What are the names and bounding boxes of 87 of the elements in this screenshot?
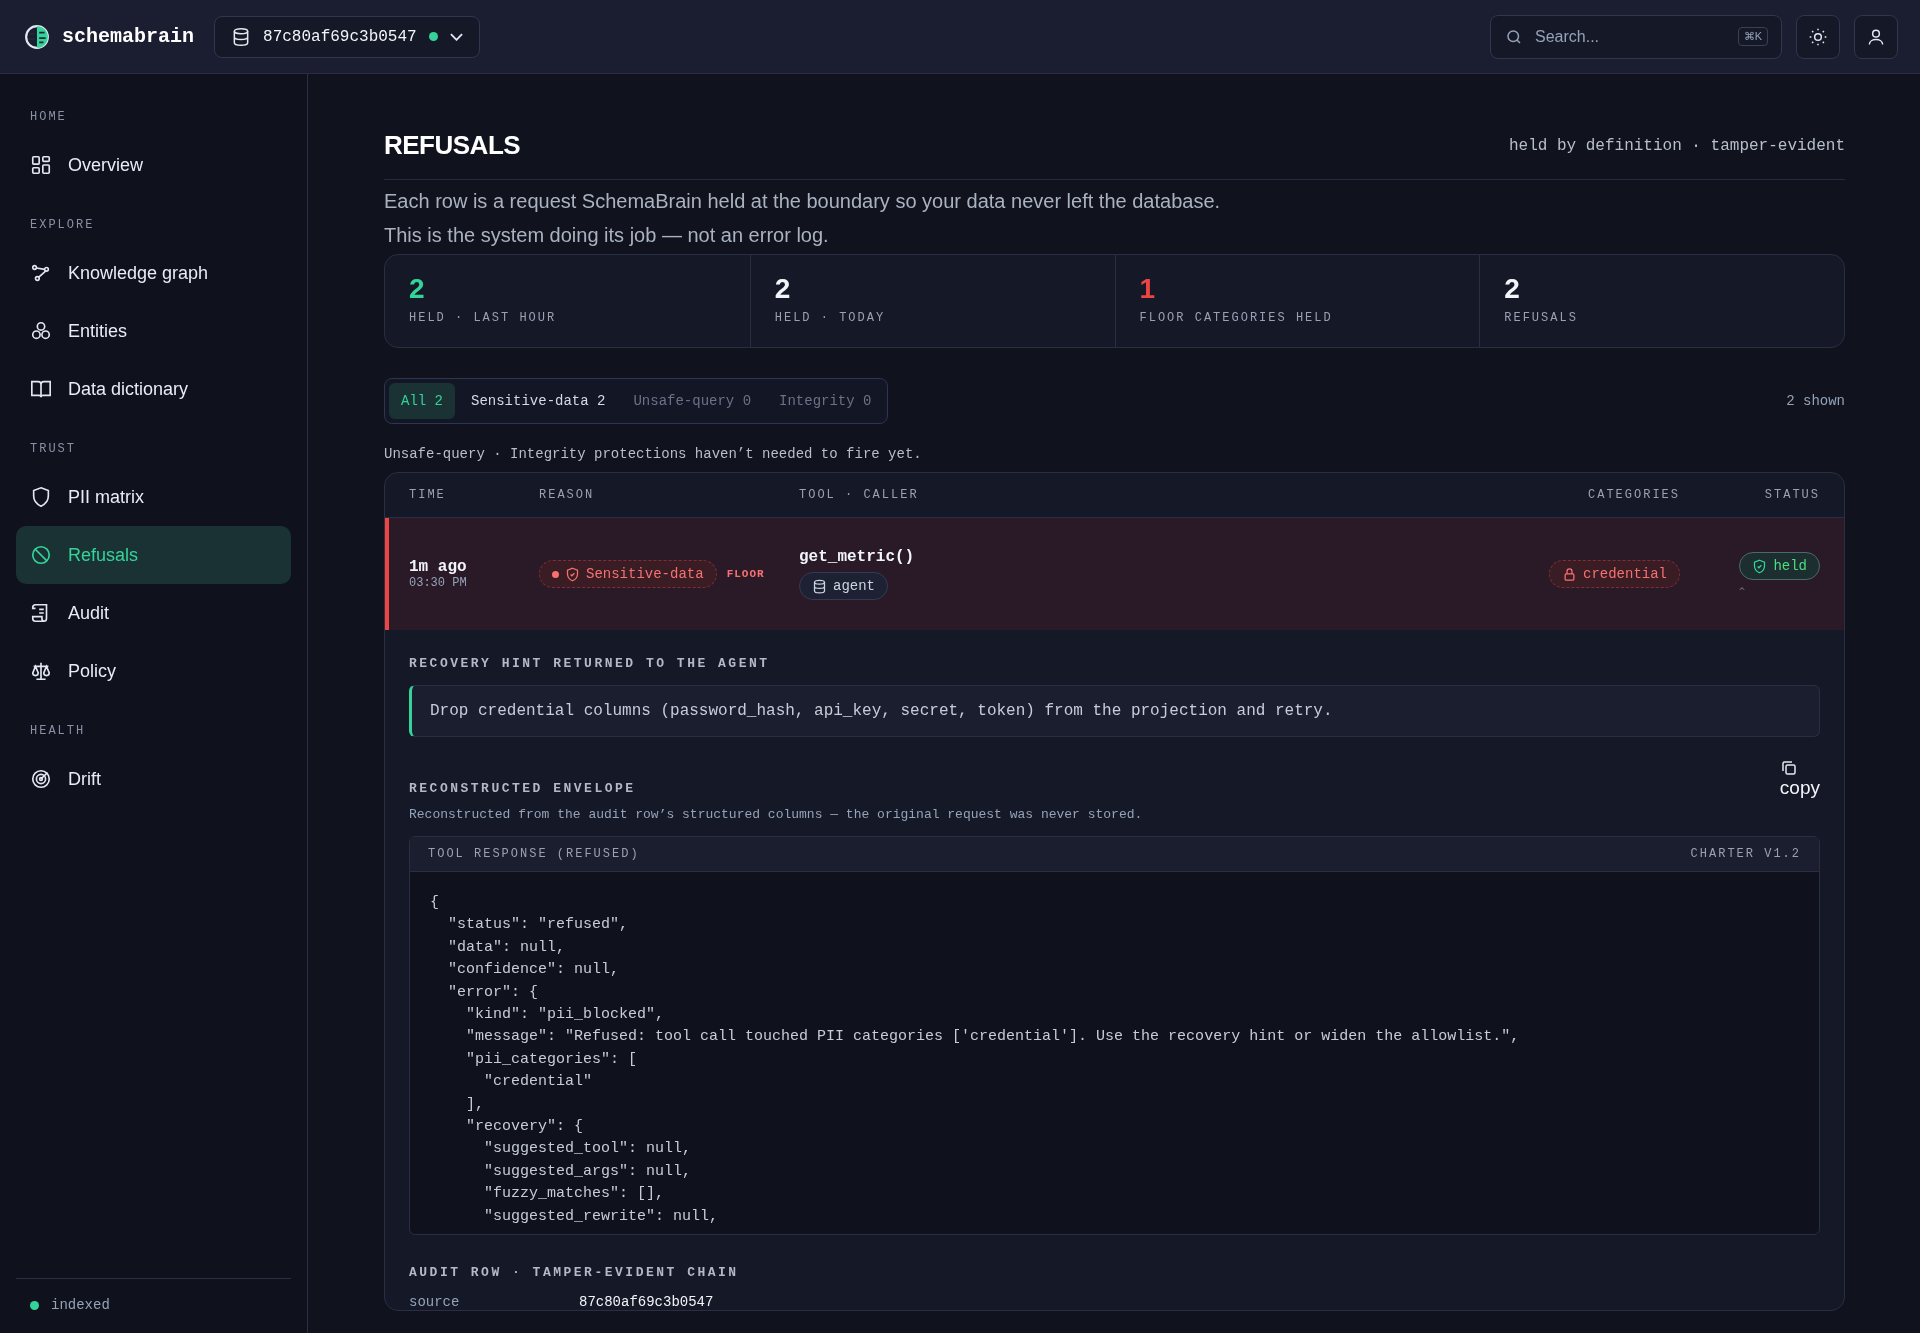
filter-note: Unsafe-query · Integrity protections haven’t needed to fire yet. xyxy=(384,446,923,462)
section-heading: TRUST xyxy=(30,442,77,456)
sidebar-item[interactable]: Drift xyxy=(16,750,291,808)
sidebar-item[interactable]: Audit xyxy=(16,584,291,642)
table-row[interactable]: 1m ago 03:30 PM Sensitive-data FLOOR get_metric() agent credential held xyxy=(385,518,1844,630)
brand-name: schemabrain xyxy=(62,25,195,48)
sidebar-item[interactable]: Policy xyxy=(16,642,291,700)
stat-value: 2 xyxy=(409,273,426,305)
status-badge: held xyxy=(1739,552,1820,580)
caller-badge: agent xyxy=(799,572,888,600)
code-title: TOOL RESPONSE (REFUSED) xyxy=(428,847,640,861)
section-heading: AUDIT ROW · TAMPER-EVIDENT CHAIN xyxy=(409,1265,740,1281)
tool-name: get_metric() xyxy=(799,548,916,566)
field-label: source xyxy=(409,1294,461,1311)
floor-tag: FLOOR xyxy=(726,568,765,580)
charter-version: CHARTER V1.2 xyxy=(1690,847,1801,861)
filter-tab[interactable]: Sensitive-data 2 xyxy=(459,383,618,419)
code-line: "confidence": null, xyxy=(447,960,621,981)
account-button[interactable] xyxy=(1854,14,1898,59)
code-line: "pii_categories": [ xyxy=(465,1049,639,1070)
code-line: "error": { xyxy=(447,982,540,1003)
section-heading: HOME xyxy=(30,110,68,124)
sun-icon xyxy=(1808,26,1828,47)
section-heading: HEALTH xyxy=(30,724,87,738)
page-description: Each row is a request SchemaBrain held at the boundary so your data never left the database. xyxy=(384,189,1222,214)
cluster-icon xyxy=(30,320,52,342)
search-icon xyxy=(1505,27,1523,46)
copy-icon xyxy=(1779,759,1798,777)
stat-label: REFUSALS xyxy=(1504,311,1579,325)
code-line: "fuzzy_matches": [], xyxy=(483,1184,666,1205)
envelope-note: Reconstructed from the audit row’s structured columns — the original request was never stored. xyxy=(409,807,1144,822)
page-title: REFUSALS xyxy=(384,130,521,161)
code-line: "suggested_rewrite": null, xyxy=(483,1206,720,1227)
category-badge: credential xyxy=(1549,560,1680,588)
field-value: 87c80af69c3b0547 xyxy=(579,1294,714,1311)
section-heading: EXPLORE xyxy=(30,218,96,232)
code-line: { xyxy=(430,893,440,913)
stat-value: 2 xyxy=(774,273,792,305)
section-heading: RECOVERY HINT RETURNED TO THE AGENT xyxy=(409,656,771,671)
graph-icon xyxy=(30,262,52,284)
stat-label: FLOOR CATEGORIES HELD xyxy=(1139,311,1334,325)
column-header: CATEGORIES xyxy=(1587,488,1680,502)
sidebar-item[interactable]: Overview xyxy=(16,136,291,194)
index-status: indexed xyxy=(51,1297,110,1313)
column-header: TIME xyxy=(409,488,447,502)
filter-tab[interactable]: All 2 xyxy=(389,383,455,419)
radar-icon xyxy=(30,768,52,790)
grid-icon xyxy=(30,154,52,176)
sidebar-item[interactable]: PII matrix xyxy=(16,468,291,526)
theme-toggle-button[interactable] xyxy=(1796,14,1840,59)
shortcut-key: ⌘K xyxy=(1737,26,1768,46)
shown-count: 2 shown xyxy=(1786,393,1845,409)
stat-label: HELD · LAST HOUR xyxy=(409,311,558,325)
code-line: "status": "refused", xyxy=(447,915,630,936)
chevron-down-icon xyxy=(449,32,463,41)
reason-badge: Sensitive-data xyxy=(539,560,717,588)
brain-logo-icon xyxy=(24,23,50,50)
section-heading: RECONSTRUCTED ENVELOPE xyxy=(409,781,636,796)
code-line: ], xyxy=(465,1094,485,1115)
page-tagline: held by definition · tamper-evident xyxy=(1508,136,1845,155)
shield-icon xyxy=(30,486,52,508)
code-line: "data": null, xyxy=(447,937,567,958)
relative-time: 1m ago xyxy=(409,558,468,576)
stat-value: 2 xyxy=(1504,273,1521,305)
stat-label: HELD · TODAY xyxy=(774,311,887,325)
prohibited-icon xyxy=(30,544,52,566)
sidebar-item[interactable]: Data dictionary xyxy=(16,360,291,418)
code-line: "suggested_tool": null, xyxy=(483,1139,693,1160)
recovery-hint: Drop credential columns (password_hash, api_key, secret, token) from the projection and retry. xyxy=(409,685,1820,737)
code-line: "credential" xyxy=(483,1072,594,1093)
code-line: "kind": "pii_blocked", xyxy=(465,1005,666,1026)
sidebar-item[interactable]: Entities xyxy=(16,302,291,360)
column-header: REASON xyxy=(539,488,596,502)
column-header: STATUS xyxy=(1763,488,1820,502)
sidebar-item[interactable]: Refusals xyxy=(16,526,291,584)
database-selector[interactable]: 87c80af69c3b0547 xyxy=(214,15,480,58)
code-line: "recovery": { xyxy=(465,1117,585,1138)
scales-icon xyxy=(30,660,52,682)
code-line: "message": "Refused: tool call touched PII categories ['credential']. Use the recovery hint or widen the allowlist.", xyxy=(465,1027,1521,1048)
stat-value: 1 xyxy=(1139,273,1157,305)
book-icon xyxy=(30,378,52,400)
clock-time: 03:30 PM xyxy=(409,576,468,590)
code-line: "suggested_args": null, xyxy=(483,1161,693,1182)
sidebar-item[interactable]: Knowledge graph xyxy=(16,244,291,302)
column-header: TOOL · CALLER xyxy=(799,488,920,502)
page-description: This is the system doing its job — not an error log. xyxy=(384,223,830,248)
copy-button[interactable]: copy xyxy=(1779,759,1820,799)
